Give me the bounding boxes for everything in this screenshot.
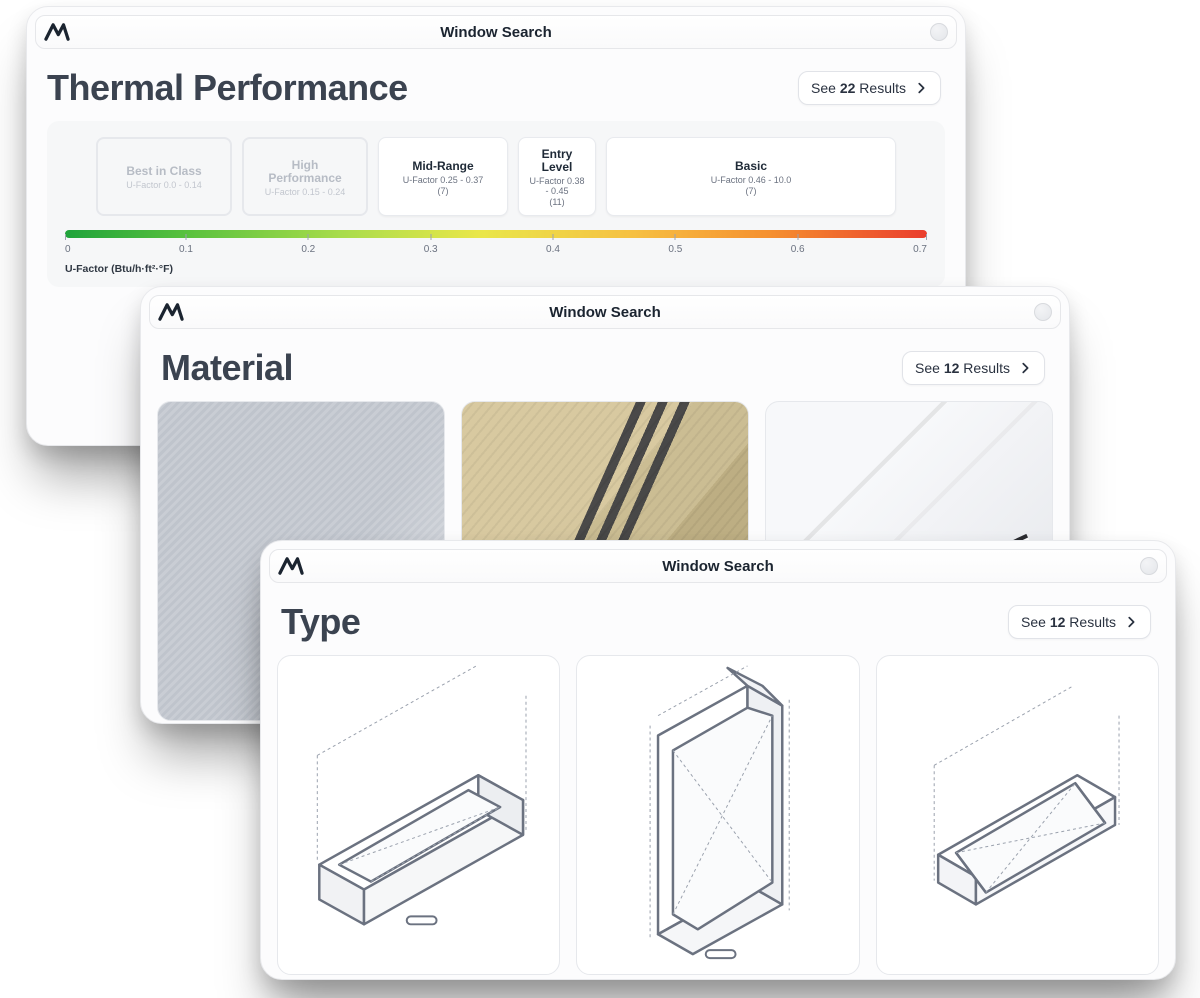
- topbar-title: Window Search: [440, 24, 552, 41]
- tier-high-performance[interactable]: High Performance U-Factor 0.15 - 0.24: [242, 137, 368, 216]
- type-tile-fixed[interactable]: [277, 655, 560, 975]
- tier-best-in-class[interactable]: Best in Class U-Factor 0.0 - 0.14: [96, 137, 232, 216]
- see-results-suffix: Results: [959, 360, 1010, 376]
- window-search-card-type: Window Search Type See 12 Results: [260, 540, 1176, 980]
- type-tile-casement[interactable]: [576, 655, 859, 975]
- tick: 0: [65, 244, 71, 255]
- tick: 0.6: [791, 244, 805, 255]
- topbar-title: Window Search: [662, 558, 774, 575]
- page-title: Thermal Performance: [47, 67, 408, 109]
- see-results-prefix: See: [1021, 614, 1050, 630]
- see-results-button[interactable]: See 12 Results: [902, 351, 1045, 385]
- see-results-suffix: Results: [855, 80, 906, 96]
- window-fixed-icon: [278, 656, 559, 974]
- window-casement-icon: [577, 656, 858, 974]
- page-title: Type: [281, 601, 360, 643]
- tick: 0.1: [179, 244, 193, 255]
- page-title: Material: [161, 347, 293, 389]
- tick: 0.2: [301, 244, 315, 255]
- tick: 0.5: [668, 244, 682, 255]
- thermal-tier-row: Best in Class U-Factor 0.0 - 0.14 High P…: [65, 137, 927, 216]
- chevron-right-icon: [1018, 361, 1032, 375]
- type-tile-row: [261, 651, 1175, 975]
- u-factor-ticks: 0 0.1 0.2 0.3 0.4 0.5 0.6 0.7: [65, 244, 927, 255]
- section-header-material: Material See 12 Results: [141, 329, 1069, 397]
- tick: 0.3: [424, 244, 438, 255]
- chevron-right-icon: [1124, 615, 1138, 629]
- app-logo-icon: [278, 556, 304, 576]
- account-avatar-icon[interactable]: [1034, 303, 1052, 321]
- see-results-prefix: See: [811, 80, 840, 96]
- see-results-count: 22: [840, 80, 856, 96]
- see-results-button[interactable]: See 12 Results: [1008, 605, 1151, 639]
- section-header-type: Type See 12 Results: [261, 583, 1175, 651]
- type-tile-awning[interactable]: [876, 655, 1159, 975]
- see-results-prefix: See: [915, 360, 944, 376]
- tier-basic[interactable]: Basic U-Factor 0.46 - 10.0 (7): [606, 137, 896, 216]
- see-results-count: 12: [1050, 614, 1066, 630]
- topbar: Window Search: [149, 295, 1061, 329]
- thermal-filter-panel: Best in Class U-Factor 0.0 - 0.14 High P…: [47, 121, 945, 287]
- account-avatar-icon[interactable]: [1140, 557, 1158, 575]
- topbar: Window Search: [35, 15, 957, 49]
- chevron-right-icon: [914, 81, 928, 95]
- tick: 0.4: [546, 244, 560, 255]
- topbar-title: Window Search: [549, 304, 661, 321]
- tick: 0.7: [913, 244, 927, 255]
- app-logo-icon: [44, 22, 70, 42]
- see-results-button[interactable]: See 22 Results: [798, 71, 941, 105]
- app-logo-icon: [158, 302, 184, 322]
- section-header-thermal: Thermal Performance See 22 Results: [27, 49, 965, 117]
- tier-mid-range[interactable]: Mid-Range U-Factor 0.25 - 0.37 (7): [378, 137, 508, 216]
- see-results-count: 12: [944, 360, 960, 376]
- topbar: Window Search: [269, 549, 1167, 583]
- u-factor-axis-label: U-Factor (Btu/h·ft²·°F): [65, 263, 927, 275]
- see-results-suffix: Results: [1065, 614, 1116, 630]
- window-awning-icon: [877, 656, 1158, 974]
- account-avatar-icon[interactable]: [930, 23, 948, 41]
- tier-entry-level[interactable]: Entry Level U-Factor 0.38 - 0.45 (11): [518, 137, 596, 216]
